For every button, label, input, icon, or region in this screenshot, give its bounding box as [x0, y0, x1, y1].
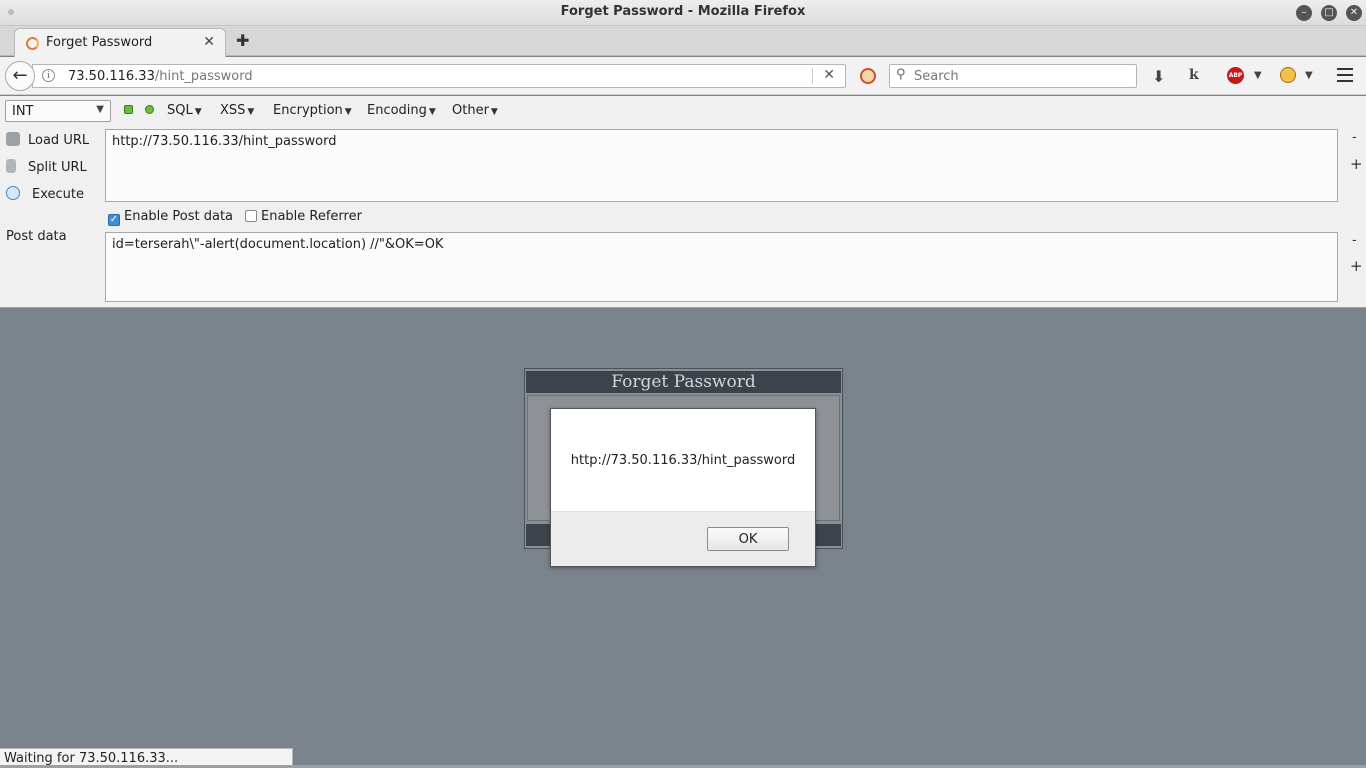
minimize-icon[interactable]: – — [1296, 5, 1312, 21]
increase-icon[interactable] — [145, 105, 154, 114]
window-title: Forget Password - Mozilla Firefox — [560, 4, 806, 19]
scissors-icon — [6, 159, 16, 173]
search-bar[interactable]: ⚲ — [889, 64, 1137, 88]
post-data-label: Post data — [6, 229, 67, 244]
type-select-value: INT — [12, 104, 34, 119]
enable-referrer-checkbox[interactable]: Enable Referrer — [245, 209, 362, 224]
decrease-icon[interactable] — [124, 105, 133, 114]
shrink-post-area[interactable]: - — [1352, 233, 1357, 248]
url-textarea[interactable]: http://73.50.116.33/hint_password — [105, 129, 1338, 202]
tab-forget-password[interactable]: Forget Password ✕ — [14, 28, 226, 57]
load-url-icon — [6, 132, 20, 146]
alert-footer: OK — [551, 511, 815, 566]
menu-icon[interactable] — [1337, 68, 1353, 86]
menu-encoding[interactable]: Encoding ▼ — [367, 103, 436, 118]
loading-icon — [26, 37, 39, 50]
window-titlebar: Forget Password - Mozilla Firefox – □ ✕ — [0, 0, 1366, 26]
tab-label: Forget Password — [46, 35, 153, 50]
k-extension-icon[interactable]: k — [1189, 67, 1199, 83]
new-tab-icon[interactable]: ✚ — [236, 31, 249, 50]
shrink-url-area[interactable]: - — [1352, 130, 1357, 145]
menu-other[interactable]: Other ▼ — [452, 103, 498, 118]
search-icon: ⚲ — [896, 67, 906, 82]
url-bar[interactable]: i 73.50.116.33/hint_password ✕ — [32, 64, 846, 88]
play-icon — [6, 186, 20, 200]
back-arrow-icon: ← — [12, 65, 28, 86]
form-title: Forget Password — [526, 371, 841, 393]
menu-encryption[interactable]: Encryption ▼ — [273, 103, 352, 118]
back-button[interactable]: ← — [5, 61, 35, 91]
chevron-down-icon[interactable]: ▼ — [1254, 70, 1262, 81]
url-text[interactable]: 73.50.116.33/hint_password — [68, 69, 253, 84]
menu-sql[interactable]: SQL ▼ — [167, 103, 202, 118]
expand-post-area[interactable]: + — [1350, 257, 1363, 275]
url-divider — [812, 68, 813, 84]
download-icon[interactable]: ⬇ — [1152, 67, 1165, 86]
url-path: /hint_password — [154, 69, 253, 84]
split-url-button[interactable]: Split URL — [6, 159, 87, 179]
adblock-plus-icon[interactable]: ABP — [1227, 67, 1244, 84]
tab-bar: Forget Password ✕ ✚ — [0, 26, 1366, 57]
tab-close-icon[interactable]: ✕ — [203, 34, 215, 50]
navigation-bar: i 73.50.116.33/hint_password ✕ ← ⚲ ⬇ k A… — [0, 57, 1366, 95]
alert-ok-button[interactable]: OK — [707, 527, 789, 551]
enable-post-checkbox[interactable]: ✓ Enable Post data — [108, 209, 233, 226]
checkbox-checked-icon: ✓ — [108, 214, 120, 226]
menu-xss[interactable]: XSS ▼ — [220, 103, 254, 118]
load-url-button[interactable]: Load URL — [6, 132, 89, 152]
expand-url-area[interactable]: + — [1350, 155, 1363, 173]
noscript-icon[interactable] — [860, 68, 876, 84]
checkbox-unchecked-icon — [245, 210, 257, 222]
execute-button[interactable]: Execute — [6, 186, 84, 206]
greasemonkey-icon[interactable] — [1280, 67, 1296, 83]
type-select[interactable]: INT ▼ — [5, 100, 111, 122]
chevron-down-icon[interactable]: ▼ — [1305, 70, 1313, 81]
alert-message: http://73.50.116.33/hint_password — [570, 453, 796, 468]
hackbar-panel: INT ▼ SQL ▼ XSS ▼ Encryption ▼ Encoding ▼ Ot… — [0, 96, 1366, 308]
url-host: 73.50.116.33 — [68, 69, 155, 84]
post-data-textarea[interactable]: id=terserah\"-alert(document.location) /… — [105, 232, 1338, 302]
site-info-icon[interactable]: i — [42, 69, 55, 82]
stop-icon[interactable]: ✕ — [823, 67, 835, 83]
chevron-down-icon: ▼ — [96, 104, 104, 115]
search-input[interactable] — [912, 67, 1132, 85]
alert-dialog: http://73.50.116.33/hint_password OK — [550, 408, 816, 567]
maximize-icon[interactable]: □ — [1321, 5, 1337, 21]
close-window-icon[interactable]: ✕ — [1346, 5, 1362, 21]
